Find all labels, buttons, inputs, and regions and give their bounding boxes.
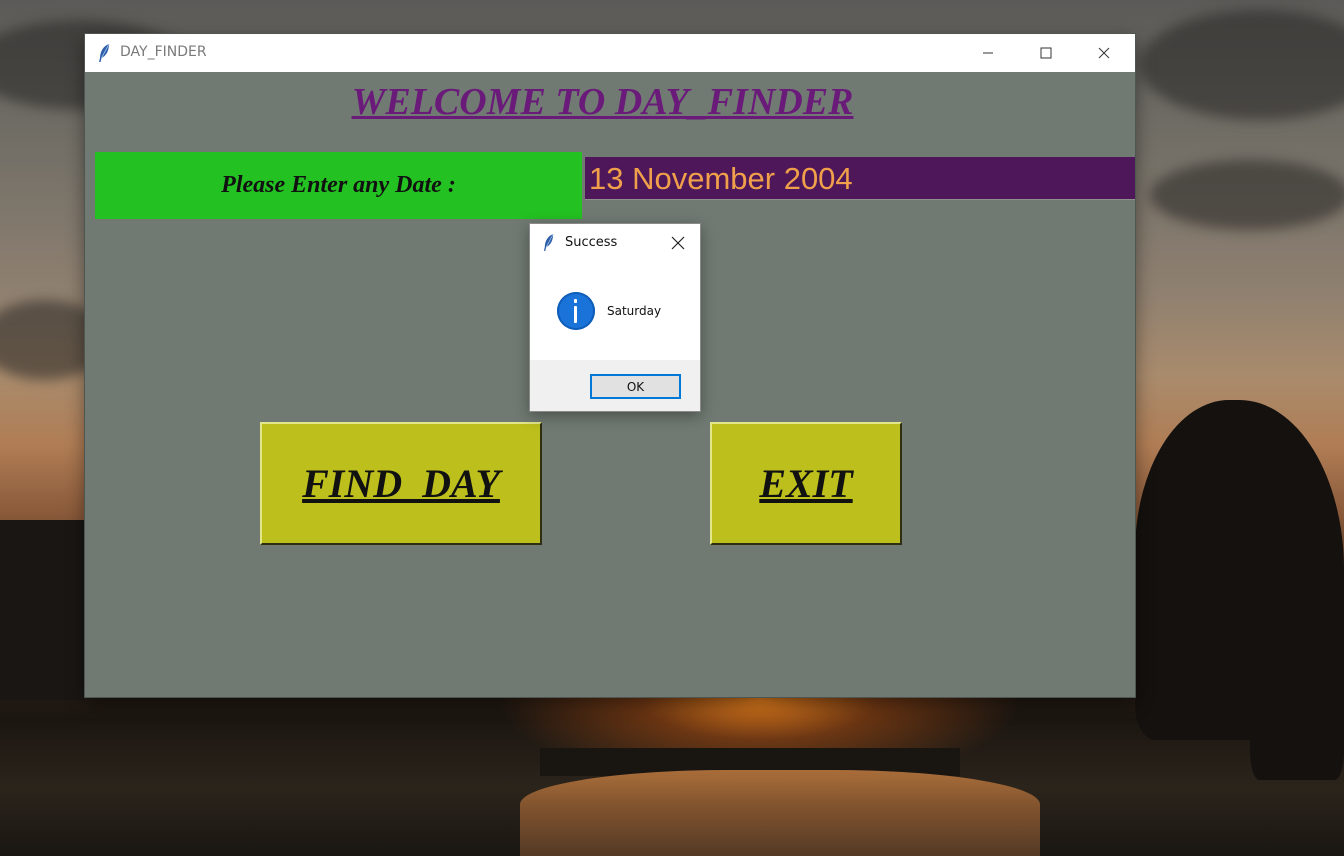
building-silhouette [0, 520, 85, 700]
ok-button[interactable]: OK [590, 374, 681, 399]
minimize-icon [983, 52, 993, 54]
dialog-message: Saturday [607, 304, 662, 318]
success-dialog: Success Saturday OK [529, 223, 701, 412]
feather-icon [99, 43, 110, 62]
page-title: WELCOME TO DAY_FINDER [351, 81, 854, 123]
exit-button[interactable]: EXIT [710, 422, 902, 545]
river [520, 770, 1040, 856]
info-icon [557, 292, 595, 330]
dialog-title: Success [565, 235, 618, 250]
window-title: DAY_FINDER [120, 44, 207, 60]
maximize-icon [1040, 47, 1052, 59]
close-icon [1098, 47, 1110, 59]
minimize-button[interactable] [959, 34, 1017, 72]
date-input[interactable] [585, 157, 1135, 200]
close-button[interactable] [1075, 34, 1133, 72]
dialog-close-icon[interactable] [670, 235, 686, 251]
date-prompt-label: Please Enter any Date : [95, 152, 582, 219]
tree-silhouette [1250, 480, 1344, 780]
dialog-title-bar[interactable]: Success [530, 224, 700, 262]
find-day-button[interactable]: FIND_DAY [260, 422, 542, 545]
feather-icon [543, 233, 554, 251]
cloud [1140, 10, 1344, 120]
title-bar[interactable]: DAY_FINDER [85, 34, 1135, 72]
maximize-button[interactable] [1017, 34, 1075, 72]
dialog-footer: OK [530, 360, 700, 411]
cloud [1150, 160, 1344, 230]
